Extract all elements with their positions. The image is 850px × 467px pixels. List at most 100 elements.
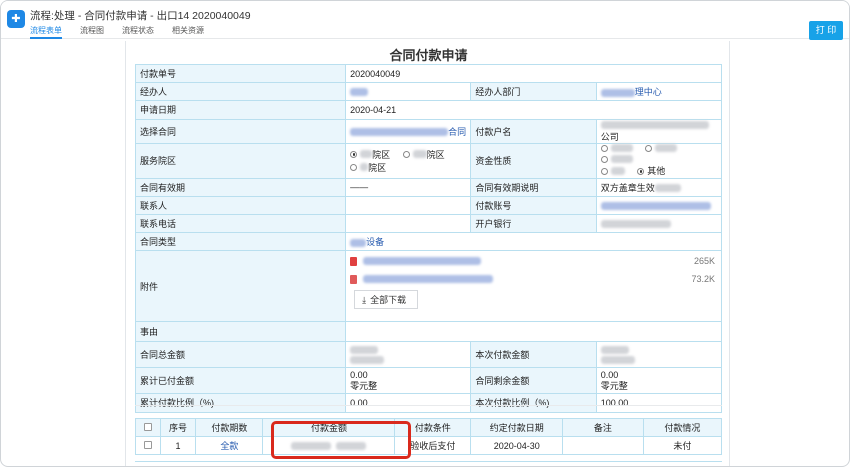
form-title: 合同付款申请 (389, 48, 468, 63)
fund-radio-1[interactable] (600, 144, 633, 153)
paid-ratio-label: 累计付款比例（%) (134, 393, 347, 413)
fund-radio-2[interactable] (645, 144, 678, 153)
reason-label: 事由 (134, 321, 347, 343)
current-ratio-value: 100.00 (595, 393, 723, 413)
payee-value: 公司 (595, 118, 723, 144)
table-row: 1 全款 验收后支付 2020-04-30 未付 (135, 436, 723, 455)
campus-label: 服务院区 (134, 142, 347, 179)
application-form-table: 付款单号 2020040049 经办人 经办人部门 理中心 申请日期 2020-… (134, 63, 723, 413)
campus-radio-label: 院区 (426, 149, 445, 160)
apply-date-label: 申请日期 (134, 100, 347, 120)
header-bar: ✚ 流程:处理 - 合同付款申请 - 出口14 2020040049 流程表单 … (1, 1, 849, 40)
radio-checked-icon (350, 150, 358, 158)
payment-no-value: 2020040049 (345, 63, 722, 84)
paid-ratio-value: 0.00 (345, 393, 472, 413)
fund-radio-other[interactable]: 其他 (637, 166, 665, 177)
campus-radio-3[interactable]: 院区 (350, 161, 386, 174)
remaining-label: 合同剩余金额 (470, 367, 597, 395)
redacted-text (600, 201, 711, 210)
payment-no-label: 付款单号 (134, 63, 347, 84)
select-all-checkbox[interactable] (143, 422, 152, 431)
radio-checked-icon (637, 167, 645, 175)
image-file-icon (350, 274, 358, 284)
account-value (595, 195, 723, 215)
fund-radio-4[interactable] (600, 167, 625, 176)
tab-resources[interactable]: 相关资源 (172, 26, 204, 39)
row-select-cell (135, 436, 161, 455)
row-checkbox[interactable] (143, 440, 152, 449)
redacted-text (600, 220, 671, 229)
redacted-text (610, 167, 625, 176)
redacted-text (360, 163, 369, 172)
pdf-file-icon (350, 256, 358, 266)
column-header: 付款情况 (642, 418, 723, 437)
row-index: 1 (159, 436, 197, 455)
redacted-text (360, 150, 373, 159)
radio-unchecked-icon (600, 167, 608, 175)
paid-amount-label: 累计已付金额 (134, 367, 347, 395)
radio-unchecked-icon (350, 163, 358, 171)
tab-bar: 流程表单 流程图 流程状态 相关资源 (30, 26, 222, 39)
current-amount-label: 本次付款金额 (470, 341, 597, 369)
table-header-row: 序号 付款期数 付款金额 付款条件 约定付款日期 备注 付款情况 (135, 418, 723, 437)
campus-radio-2[interactable]: 院区 (402, 148, 445, 161)
redacted-text (600, 121, 709, 130)
validity-note-value: 双方盖章生效 (595, 177, 723, 197)
download-all-label: 全部下载 (370, 295, 407, 306)
redacted-filename[interactable] (363, 275, 494, 284)
attachment-size: 265K (693, 256, 715, 267)
redacted-text (350, 88, 369, 97)
total-amount-value (345, 341, 472, 369)
column-header: 备注 (562, 418, 644, 437)
account-label: 付款账号 (470, 195, 597, 215)
attachment-item[interactable]: 73.2K (350, 272, 717, 286)
redacted-text (412, 150, 427, 159)
redacted-filename[interactable] (363, 257, 482, 266)
contact-label: 联系人 (134, 195, 347, 215)
column-header: 约定付款日期 (470, 418, 564, 437)
redacted-text (610, 144, 633, 153)
total-amount-label: 合同总金额 (134, 341, 347, 369)
contract-label: 选择合同 (134, 118, 347, 144)
tab-form[interactable]: 流程表单 (30, 26, 62, 39)
row-period: 全款 (195, 436, 264, 455)
download-icon: ⤓ (362, 295, 367, 306)
handler-dept-label: 经办人部门 (470, 82, 597, 102)
fund-radio-3[interactable] (600, 155, 633, 164)
remaining-value: 0.00 零元整 (595, 367, 723, 395)
period-link[interactable]: 全款 (220, 441, 238, 451)
reason-value (345, 321, 722, 343)
form-content: 合同付款申请 付款单号 2020040049 经办人 经办人部门 理中心 申请日… (125, 41, 730, 466)
payee-label: 付款户名 (470, 118, 597, 144)
print-button[interactable]: 打 印 (809, 21, 843, 40)
contract-value[interactable]: 合同 (345, 118, 472, 144)
handler-label: 经办人 (134, 82, 347, 102)
bank-label: 开户银行 (470, 213, 597, 234)
campus-options: 院区 院区 院区 (345, 142, 472, 179)
tab-status[interactable]: 流程状态 (122, 26, 154, 39)
highlight-annotation (271, 421, 411, 459)
radio-unchecked-icon (600, 155, 608, 163)
attachment-item[interactable]: 265K (350, 254, 717, 268)
redacted-text (350, 128, 449, 137)
current-amount-value (595, 341, 723, 369)
download-all-button[interactable]: ⤓ 全部下载 (354, 290, 419, 310)
attachment-label: 附件 (134, 250, 347, 323)
contract-link-text[interactable]: 合同 (448, 127, 466, 137)
campus-radio-1[interactable]: 院区 (350, 148, 390, 161)
redacted-text (600, 356, 635, 365)
campus-radio-label: 院区 (368, 162, 387, 173)
redacted-text (350, 356, 385, 365)
column-header: 序号 (159, 418, 197, 437)
attachment-size: 73.2K (691, 274, 715, 285)
campus-radio-label: 院区 (372, 149, 391, 160)
redacted-text (654, 184, 681, 193)
radio-unchecked-icon (645, 144, 653, 152)
bank-value (595, 213, 723, 234)
redacted-text (600, 88, 635, 97)
redacted-text (610, 155, 633, 164)
remaining-cn: 零元整 (600, 380, 628, 391)
redacted-text (655, 144, 678, 153)
tab-flowchart[interactable]: 流程图 (80, 26, 104, 39)
radio-unchecked-icon (402, 150, 410, 158)
